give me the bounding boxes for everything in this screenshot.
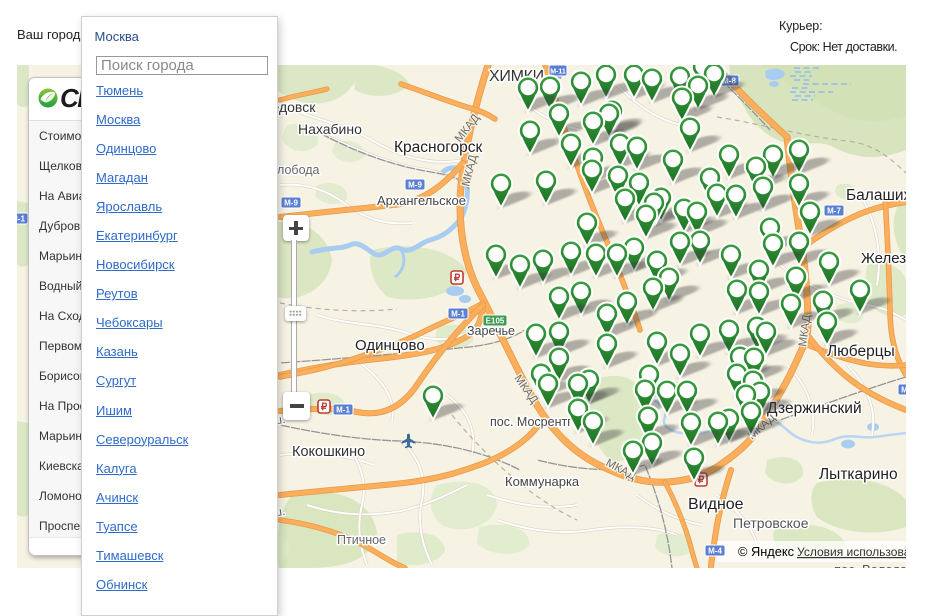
svg-text:Одинцово: Одинцово — [355, 337, 425, 354]
svg-text:Красногорск: Красногорск — [394, 139, 483, 156]
svg-text:Птичное: Птичное — [337, 533, 386, 547]
svg-text:Лыткарино: Лыткарино — [819, 466, 898, 483]
svg-text:М-11: М-11 — [550, 68, 566, 75]
svg-text:Кокошкино: Кокошкино — [292, 444, 365, 460]
svg-text:© Яндекс: © Яндекс — [738, 544, 795, 559]
svg-text:Е105: Е105 — [486, 316, 505, 325]
svg-text:₽: ₽ — [454, 273, 461, 284]
svg-text:₽: ₽ — [321, 402, 328, 413]
svg-text:Видное: Видное — [688, 496, 744, 513]
svg-text:Коммунарка: Коммунарка — [505, 474, 580, 489]
svg-text:Люберцы: Люберцы — [827, 343, 895, 360]
svg-text:Архангельское: Архангельское — [377, 193, 466, 208]
svg-text:Петровское: Петровское — [733, 515, 809, 531]
svg-text:пос. Володарско: пос. Володарско — [834, 562, 906, 568]
svg-text:М-1: М-1 — [451, 309, 465, 318]
svg-text:М-4: М-4 — [708, 546, 722, 555]
svg-text:М-1: М-1 — [17, 214, 25, 223]
svg-text:М-5: М-5 — [901, 385, 906, 394]
svg-text:Балашиха: Балашиха — [846, 187, 906, 204]
svg-text:Условия использования: Условия использования — [797, 545, 906, 559]
svg-text:М-9: М-9 — [284, 198, 298, 207]
svg-text:М-9: М-9 — [408, 180, 422, 189]
svg-text:М-7: М-7 — [827, 206, 841, 215]
svg-text:Нахабино: Нахабино — [298, 121, 362, 137]
svg-text:Железн: Железн — [861, 250, 906, 267]
svg-text:М-1: М-1 — [336, 405, 350, 414]
